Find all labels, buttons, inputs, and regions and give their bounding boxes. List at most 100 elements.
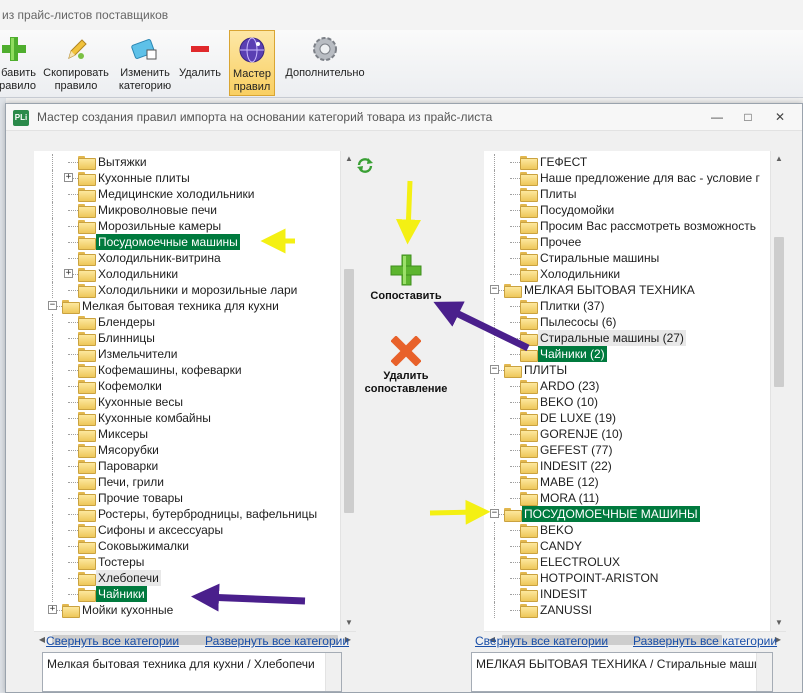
left_tree-node[interactable]: Блендеры: [34, 314, 356, 330]
scroll-thumb[interactable]: [774, 237, 784, 387]
left_tree-node[interactable]: − Мелкая бытовая техника для кухни: [34, 298, 356, 314]
right_tree-node[interactable]: − ПОСУДОМОЕЧНЫЕ МАШИНЫ: [484, 506, 786, 522]
right_tree-node[interactable]: Стиральные машины: [484, 250, 786, 266]
scroll-up-arrow-icon[interactable]: ▲: [341, 151, 356, 167]
path-scrollbar[interactable]: [325, 653, 341, 691]
left_tree-node[interactable]: Мясорубки: [34, 442, 356, 458]
right_tree-node[interactable]: BEKO (10): [484, 394, 786, 410]
left_tree-node[interactable]: + Мойки кухонные: [34, 602, 356, 618]
expand-node-icon[interactable]: +: [64, 173, 73, 182]
right_tree-node[interactable]: − ПЛИТЫ: [484, 362, 786, 378]
left_tree-node[interactable]: Холодильники и морозильные лари: [34, 282, 356, 298]
tree-node-label: Вытяжки: [98, 155, 147, 169]
right_tree-node[interactable]: Наше предложение для вас - условие г: [484, 170, 786, 186]
right_tree-node[interactable]: ГЕФЕСТ: [484, 154, 786, 170]
right_tree-node[interactable]: MABE (12): [484, 474, 786, 490]
left-expand-all-link[interactable]: Развернуть все категории: [205, 634, 349, 648]
right_tree-node[interactable]: INDESIT: [484, 586, 786, 602]
scroll-thumb[interactable]: [344, 269, 354, 513]
rules-wizard-button[interactable]: Мастер правил: [229, 30, 275, 96]
right_tree-node[interactable]: Пылесосы (6): [484, 314, 786, 330]
left_tree-node[interactable]: Соковыжималки: [34, 538, 356, 554]
left_tree-node[interactable]: + Холодильники: [34, 266, 356, 282]
left_tree-node[interactable]: + Кухонные плиты: [34, 170, 356, 186]
right_tree-node[interactable]: Посудомойки: [484, 202, 786, 218]
collapse-node-icon[interactable]: −: [490, 365, 499, 374]
left_tree-node[interactable]: Вытяжки: [34, 154, 356, 170]
left_tree-node[interactable]: Тостеры: [34, 554, 356, 570]
source-tree-vscroll[interactable]: ▲ ▼: [340, 151, 356, 631]
expand-node-icon[interactable]: +: [48, 605, 57, 614]
scroll-down-arrow-icon[interactable]: ▼: [771, 615, 786, 631]
left_tree-node[interactable]: Медицинские холодильники: [34, 186, 356, 202]
tree-guide-line: [52, 426, 53, 442]
left-collapse-all-link[interactable]: Свернуть все категории: [46, 634, 179, 648]
left_tree-node[interactable]: Кофемашины, кофеварки: [34, 362, 356, 378]
folder-icon: [78, 156, 96, 170]
match-button[interactable]: Сопоставить: [361, 253, 451, 303]
right_tree-node[interactable]: MORA (11): [484, 490, 786, 506]
right-category-path-field[interactable]: МЕЛКАЯ БЫТОВАЯ ТЕХНИКА / Стиральные маши…: [471, 652, 773, 692]
target-category-tree[interactable]: ГЕФЕСТ Наше предложение для вас - условие…: [484, 151, 786, 647]
right_tree-node[interactable]: Холодильники: [484, 266, 786, 282]
left_tree-node[interactable]: Блинницы: [34, 330, 356, 346]
left_tree-node[interactable]: Печи, грили: [34, 474, 356, 490]
right_tree-node[interactable]: DE LUXE (19): [484, 410, 786, 426]
left_tree-node[interactable]: Кухонные весы: [34, 394, 356, 410]
source-category-tree[interactable]: Вытяжки + Кухонные плиты Медицинские холоди…: [34, 151, 356, 647]
folder-icon: [78, 540, 96, 554]
collapse-node-icon[interactable]: −: [490, 285, 499, 294]
close-button[interactable]: ✕: [769, 108, 791, 126]
expand-node-icon[interactable]: +: [64, 269, 73, 278]
delete-rule-button[interactable]: Удалить: [176, 30, 224, 96]
left_tree-node[interactable]: Пароварки: [34, 458, 356, 474]
left_tree-node[interactable]: Кухонные комбайны: [34, 410, 356, 426]
right_tree-node[interactable]: Плиты: [484, 186, 786, 202]
right_tree-node[interactable]: ZANUSSI: [484, 602, 786, 618]
refresh-icon[interactable]: [356, 157, 374, 176]
right_tree-node[interactable]: INDESIT (22): [484, 458, 786, 474]
left_tree-node[interactable]: Миксеры: [34, 426, 356, 442]
edit-category-button[interactable]: Изменить категорию: [114, 30, 176, 96]
right_tree-node[interactable]: BEKO: [484, 522, 786, 538]
left_tree-node[interactable]: Хлебопечи: [34, 570, 356, 586]
left_tree-node[interactable]: Чайники: [34, 586, 356, 602]
left_tree-node[interactable]: Кофемолки: [34, 378, 356, 394]
dialog-titlebar: PLi Мастер создания правил импорта на ос…: [6, 104, 802, 131]
right_tree-node[interactable]: Стиральные машины (27): [484, 330, 786, 346]
right_tree-node[interactable]: Просим Вас рассмотреть возможность: [484, 218, 786, 234]
right_tree-node[interactable]: Плитки (37): [484, 298, 786, 314]
left_tree-node[interactable]: Посудомоечные машины: [34, 234, 356, 250]
collapse-node-icon[interactable]: −: [490, 509, 499, 518]
target-tree-vscroll[interactable]: ▲ ▼: [770, 151, 786, 631]
right-collapse-all-link[interactable]: Свернуть все категории: [475, 634, 608, 648]
minimize-button[interactable]: —: [706, 108, 728, 126]
right_tree-node[interactable]: GEFEST (77): [484, 442, 786, 458]
right_tree-node[interactable]: − МЕЛКАЯ БЫТОВАЯ ТЕХНИКА: [484, 282, 786, 298]
scroll-up-arrow-icon[interactable]: ▲: [771, 151, 786, 167]
right_tree-node[interactable]: Чайники (2): [484, 346, 786, 362]
copy-rule-button[interactable]: Скопировать правило: [40, 30, 112, 96]
right_tree-node[interactable]: HOTPOINT-ARISTON: [484, 570, 786, 586]
maximize-button[interactable]: □: [737, 108, 759, 126]
left_tree-node[interactable]: Ростеры, бутербродницы, вафельницы: [34, 506, 356, 522]
right_tree-node[interactable]: ARDO (23): [484, 378, 786, 394]
path-scrollbar[interactable]: [756, 653, 772, 691]
left_tree-node[interactable]: Сифоны и аксессуары: [34, 522, 356, 538]
right-expand-all-link[interactable]: Развернуть все категории: [633, 634, 777, 648]
right_tree-node[interactable]: GORENJE (10): [484, 426, 786, 442]
more-options-button[interactable]: Дополнительно: [280, 30, 370, 96]
left_tree-node[interactable]: Морозильные камеры: [34, 218, 356, 234]
add-rule-button[interactable]: бавить равило: [0, 30, 38, 96]
left_tree-node[interactable]: Прочие товары: [34, 490, 356, 506]
delete-match-button[interactable]: Удалить сопоставление: [361, 335, 451, 396]
left_tree-node[interactable]: Холодильник-витрина: [34, 250, 356, 266]
scroll-down-arrow-icon[interactable]: ▼: [341, 615, 356, 631]
right_tree-node[interactable]: ELECTROLUX: [484, 554, 786, 570]
right_tree-node[interactable]: CANDY: [484, 538, 786, 554]
left_tree-node[interactable]: Измельчители: [34, 346, 356, 362]
left_tree-node[interactable]: Микроволновые печи: [34, 202, 356, 218]
collapse-node-icon[interactable]: −: [48, 301, 57, 310]
left-category-path-field[interactable]: Мелкая бытовая техника для кухни / Хлебо…: [42, 652, 342, 692]
right_tree-node[interactable]: Прочее: [484, 234, 786, 250]
